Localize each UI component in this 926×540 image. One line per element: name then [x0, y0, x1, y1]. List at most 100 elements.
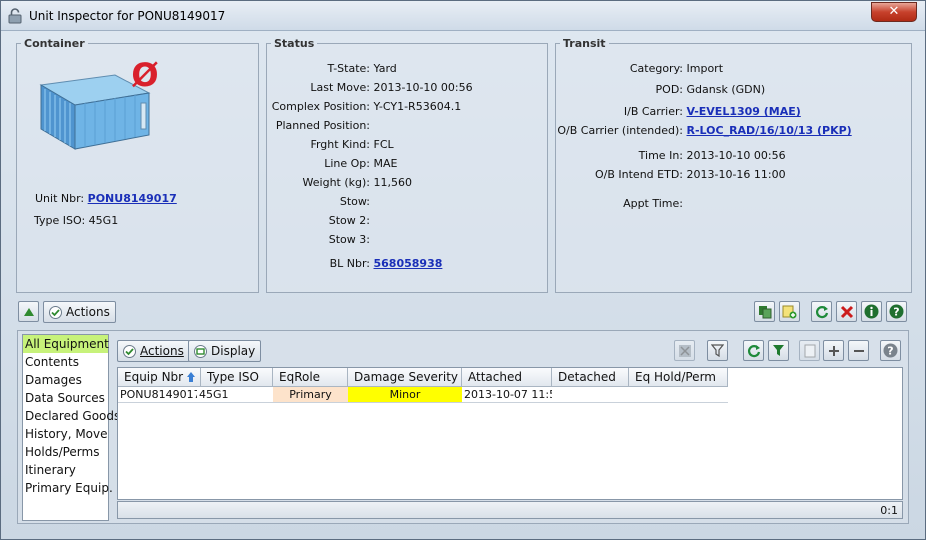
help-icon: ?	[883, 343, 898, 358]
unit-nbr-label: Unit Nbr:	[35, 192, 85, 205]
appt-time-field: Appt Time:	[623, 197, 683, 210]
actions-button[interactable]: Actions	[43, 301, 116, 323]
grid-filter-button[interactable]	[768, 340, 789, 361]
side-item-itinerary[interactable]: Itinerary	[23, 461, 108, 479]
lock-icon	[8, 8, 22, 24]
delete-icon	[840, 305, 853, 318]
status-field-row: Stow 3:	[328, 233, 370, 246]
ib-carrier-field: I/B Carrier: V-EVEL1309 (MAE)	[623, 105, 801, 118]
transit-legend: Transit	[563, 37, 606, 50]
ob-etd-field: O/B Intend ETD: 2013-10-16 11:00	[595, 168, 786, 181]
collapse-button[interactable]	[18, 301, 39, 322]
ob-carrier-field: O/B Carrier (intended): R-LOC_RAD/16/10/…	[557, 124, 852, 137]
grid-copy-button[interactable]	[799, 340, 820, 361]
window-title: Unit Inspector for PONU8149017	[29, 9, 226, 23]
column-header-equip-nbr[interactable]: Equip Nbr	[118, 368, 201, 387]
lower-actions-button[interactable]: Actions	[117, 340, 190, 362]
grid-header: Equip Nbr Type ISO EqRole Damage Severit…	[118, 368, 728, 387]
side-item-history-move[interactable]: History, Move	[23, 425, 108, 443]
actions-button-label: Actions	[66, 305, 110, 319]
filter-icon	[773, 345, 784, 356]
svg-text:?: ?	[893, 306, 899, 319]
unit-inspector-window: Unit Inspector for PONU8149017 ✕ Contain…	[0, 0, 926, 540]
display-icon	[194, 344, 207, 358]
unit-nbr-link[interactable]: PONU8149017	[88, 192, 177, 205]
remove-row-button[interactable]	[848, 340, 869, 361]
column-header-attached[interactable]: Attached	[462, 368, 552, 387]
title-bar: Unit Inspector for PONU8149017 ✕	[1, 1, 925, 31]
column-header-eq-role[interactable]: EqRole	[273, 368, 348, 387]
bl-nbr-link[interactable]: 568058938	[374, 257, 443, 270]
status-field-row: Planned Position:	[275, 119, 370, 132]
triangle-up-icon	[23, 307, 34, 316]
cell-eq-role: Primary	[273, 387, 348, 402]
grid-refresh-button[interactable]	[743, 340, 764, 361]
info-button[interactable]	[861, 301, 882, 322]
side-item-declared-goods[interactable]: Declared Goods	[23, 407, 120, 425]
refresh-icon	[815, 305, 828, 318]
sort-ascending-icon	[187, 372, 195, 382]
note-add-icon	[782, 305, 797, 319]
help-button[interactable]: ?	[886, 301, 907, 322]
cell-detached	[552, 387, 629, 402]
side-item-holds-perms[interactable]: Holds/Perms	[23, 443, 108, 461]
status-field-row: Complex Position: Y-CY1-R53604.1	[271, 100, 462, 113]
display-button[interactable]: Display	[188, 340, 262, 362]
no-entry-icon: Ø	[131, 56, 159, 94]
grid-status-bar: 0:1	[117, 501, 903, 519]
ib-carrier-link[interactable]: V-EVEL1309 (MAE)	[687, 105, 801, 118]
check-icon	[123, 344, 136, 358]
column-header-damage-severity[interactable]: Damage Severity	[348, 368, 462, 387]
cell-attached: 2013-10-07 11:59	[464, 388, 552, 401]
minus-icon	[853, 349, 864, 352]
record-count: 0:1	[880, 504, 898, 517]
type-iso-value: 45G1	[88, 214, 119, 227]
status-legend: Status	[274, 37, 315, 50]
column-header-type-iso[interactable]: Type ISO	[201, 368, 273, 387]
plus-icon	[828, 345, 839, 356]
status-field-row: T-State: Yard	[327, 62, 397, 75]
unavailable-button[interactable]	[674, 340, 695, 361]
svg-text:?: ?	[887, 345, 893, 358]
cell-type-iso: 45G1	[199, 388, 229, 401]
add-note-button[interactable]	[779, 301, 800, 322]
grid-help-button[interactable]: ?	[880, 340, 901, 361]
time-in-field: Time In: 2013-10-10 00:56	[638, 149, 786, 162]
transit-group: Transit	[555, 37, 912, 293]
help-icon: ?	[889, 304, 904, 319]
status-field-row: Frght Kind: FCL	[310, 138, 394, 151]
side-item-all-equipment[interactable]: All Equipment	[23, 335, 109, 353]
filter-button[interactable]	[707, 340, 728, 361]
copy-button[interactable]	[754, 301, 775, 322]
bl-nbr-field: BL Nbr: 568058938	[269, 257, 443, 270]
column-header-eq-hold-perm[interactable]: Eq Hold/Perm	[629, 368, 728, 387]
category-list: All Equipment Contents Damages Data Sour…	[22, 334, 120, 521]
close-button[interactable]: ✕	[871, 2, 917, 22]
side-item-primary-equip[interactable]: Primary Equip.	[23, 479, 113, 497]
page-icon	[804, 344, 815, 357]
side-item-contents[interactable]: Contents	[23, 353, 108, 371]
delete-button[interactable]	[836, 301, 857, 322]
type-iso-field: Type ISO: 45G1	[34, 214, 118, 227]
add-row-button[interactable]	[823, 340, 844, 361]
side-item-data-sources[interactable]: Data Sources	[23, 389, 108, 407]
side-item-damages[interactable]: Damages	[23, 371, 108, 389]
cell-damage-severity: Minor	[348, 387, 462, 402]
pod-field: POD: Gdansk (GDN)	[655, 83, 766, 96]
table-row[interactable]: PONU8149017 45G1 Primary Minor 2013-10-0…	[118, 387, 728, 403]
info-icon	[864, 304, 879, 319]
refresh-button[interactable]	[811, 301, 832, 322]
bl-nbr-label: BL Nbr:	[329, 257, 370, 270]
status-field-row: Last Move: 2013-10-10 00:56	[310, 81, 473, 94]
unit-nbr-field: Unit Nbr: PONU8149017	[35, 192, 177, 205]
refresh-icon	[747, 344, 760, 357]
category-field: Category: Import	[629, 62, 724, 75]
lower-actions-label: Actions	[140, 344, 184, 358]
display-button-label: Display	[211, 344, 256, 358]
status-field-row: Stow:	[339, 195, 370, 208]
column-header-detached[interactable]: Detached	[552, 368, 629, 387]
container-legend: Container	[24, 37, 85, 50]
type-iso-label: Type ISO:	[34, 214, 86, 227]
ob-carrier-link[interactable]: R-LOC_RAD/16/10/13 (PKP)	[687, 124, 852, 137]
cell-equip-nbr: PONU8149017	[120, 388, 197, 401]
